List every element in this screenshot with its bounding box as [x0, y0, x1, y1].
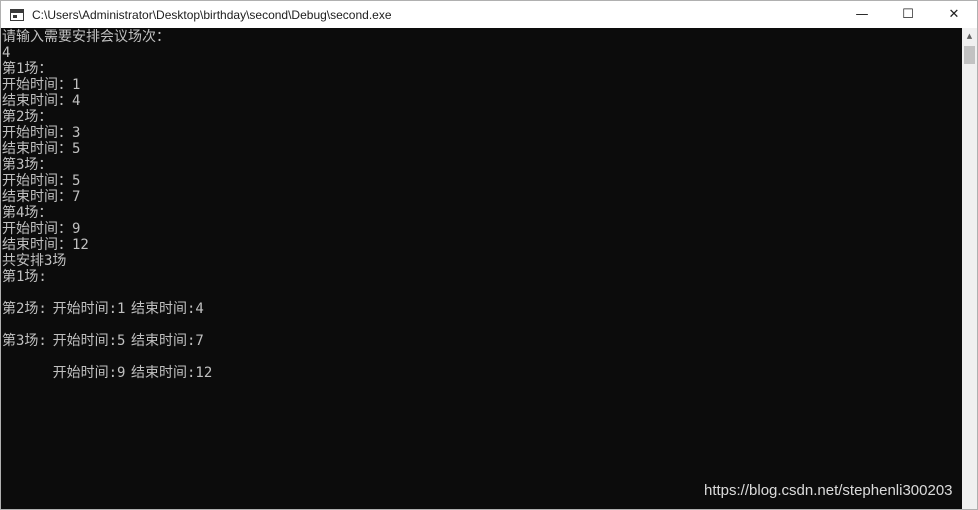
minimize-icon: — — [855, 7, 869, 22]
console-window: C:\Users\Administrator\Desktop\birthday\… — [0, 0, 978, 510]
console-line: 第3场: — [2, 333, 47, 349]
console-output[interactable]: 请输入需要安排会议场次： 4 第1场： 开始时间：1 结束时间：4 第2场： 开… — [1, 28, 963, 509]
console-line: 开始时间：9 — [2, 221, 81, 237]
console-line: 开始时间：3 — [2, 125, 81, 141]
arrow-up-icon: ▲ — [966, 32, 973, 40]
start-time-text: 开始时间:9 — [52, 365, 126, 381]
close-button[interactable]: ✕ — [931, 1, 977, 28]
console-line: 第4场： — [2, 205, 53, 221]
console-line: 第2场： — [2, 109, 53, 125]
scroll-thumb[interactable] — [964, 46, 975, 64]
console-line: 请输入需要安排会议场次： — [2, 29, 170, 45]
start-time-text: 开始时间:5 — [52, 333, 126, 349]
scroll-up-button[interactable]: ▲ — [962, 28, 977, 44]
console-line: 开始时间:9 结束时间:12 — [2, 349, 213, 381]
console-line: 开始时间：1 — [2, 77, 81, 93]
console-line: 第1场： — [2, 61, 53, 77]
maximize-icon: ☐ — [902, 7, 914, 22]
console-line: 结束时间：5 — [2, 141, 81, 157]
start-time-text: 开始时间:1 — [52, 301, 126, 317]
end-time-text: 结束时间:7 — [131, 333, 204, 349]
console-line: 结束时间：7 — [2, 189, 81, 205]
end-time-text: 结束时间:4 — [131, 301, 204, 317]
window-controls: — ☐ ✕ — [839, 1, 977, 28]
minimize-button[interactable]: — — [839, 1, 885, 28]
console-window-icon[interactable] — [10, 8, 24, 21]
console-line: 第1场: — [2, 269, 47, 285]
end-time-text: 结束时间:12 — [131, 365, 213, 381]
maximize-button[interactable]: ☐ — [885, 1, 931, 28]
console-line: 结束时间：4 — [2, 93, 81, 109]
console-line: 4 — [2, 45, 11, 61]
window-title: C:\Users\Administrator\Desktop\birthday\… — [32, 7, 392, 22]
console-line: 开始时间:1 结束时间:4 — [2, 285, 204, 317]
console-line: 共安排3场 — [2, 253, 67, 269]
console-line: 第2场: — [2, 301, 47, 317]
vertical-scrollbar[interactable]: ▲ — [962, 28, 977, 509]
console-line: 结束时间：12 — [2, 237, 89, 253]
console-line: 开始时间:5 结束时间:7 — [2, 317, 204, 349]
console-line: 开始时间：5 — [2, 173, 81, 189]
title-bar[interactable]: C:\Users\Administrator\Desktop\birthday\… — [1, 1, 977, 28]
watermark-text: https://blog.csdn.net/stephenli300203 — [704, 482, 953, 499]
close-icon: ✕ — [948, 7, 960, 22]
console-line: 第3场： — [2, 157, 53, 173]
